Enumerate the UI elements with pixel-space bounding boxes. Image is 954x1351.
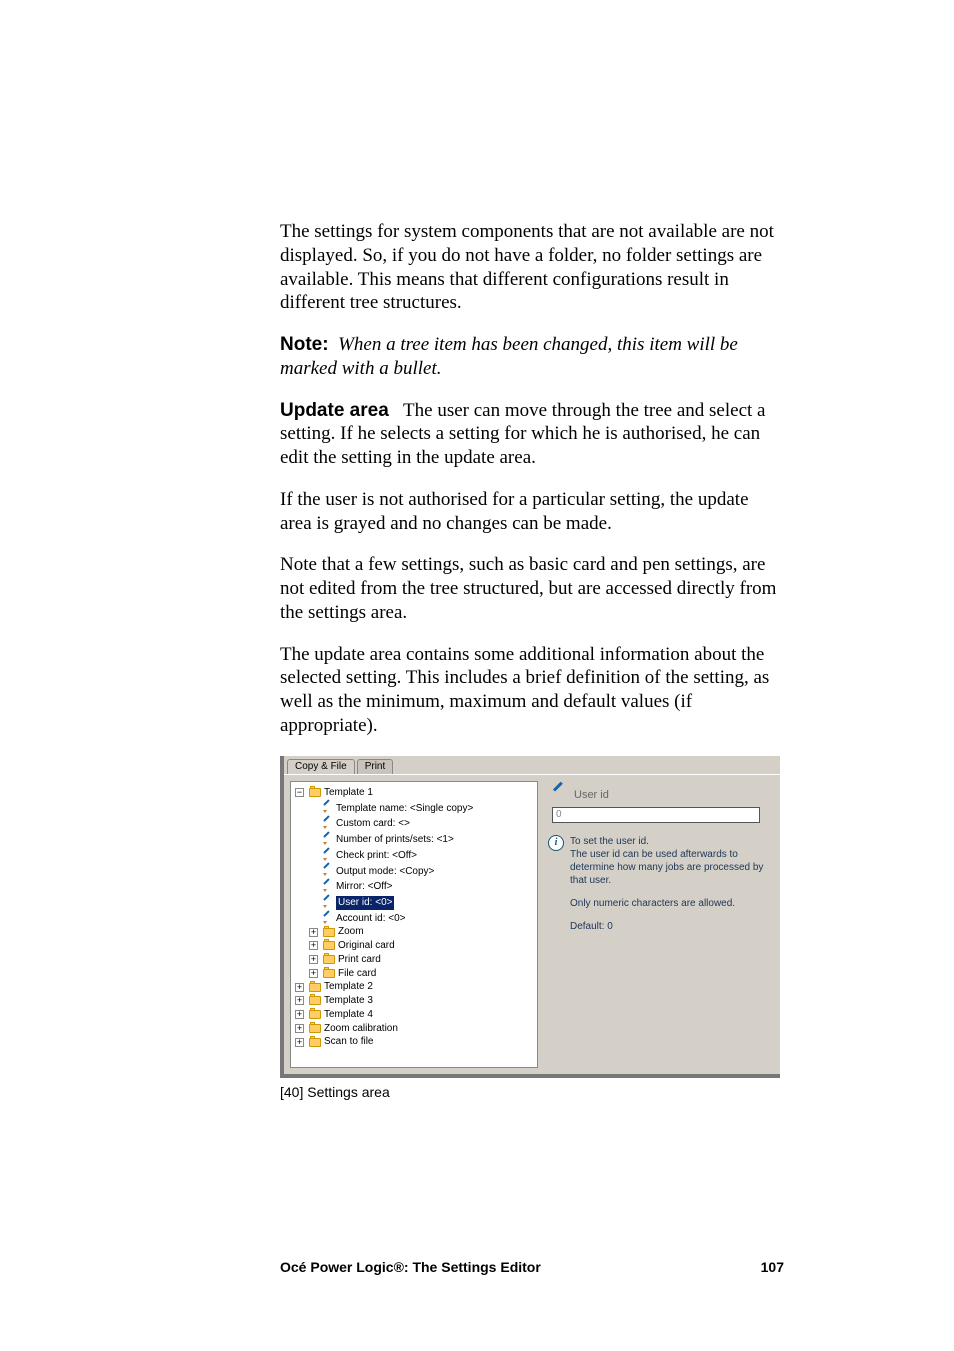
info-line: Default: 0 <box>570 920 768 933</box>
info-line: Only numeric characters are allowed. <box>570 897 768 910</box>
tree-node[interactable]: Original card <box>338 939 395 953</box>
footer-page-number: 107 <box>761 1259 784 1275</box>
expand-toggle[interactable]: + <box>309 941 318 950</box>
pencil-icon <box>323 803 333 813</box>
tree-leaf[interactable]: Custom card: <> <box>336 817 410 831</box>
paragraph: The update area contains some additional… <box>280 643 779 738</box>
settings-window: Copy & File Print − Template 1 <box>280 756 780 1079</box>
collapse-toggle[interactable]: − <box>295 788 304 797</box>
folder-closed-icon <box>309 1010 321 1019</box>
tree-leaf-selected[interactable]: User id: <0> <box>336 896 394 910</box>
note-lead: Note: <box>280 334 329 355</box>
settings-tree[interactable]: − Template 1 Template name: <Single copy… <box>290 781 538 1069</box>
tree-node[interactable]: File card <box>338 967 376 981</box>
tab-copy-and-file[interactable]: Copy & File <box>287 759 355 774</box>
page-footer: Océ Power Logic®: The Settings Editor 10… <box>280 1259 784 1275</box>
tree-node[interactable]: Zoom <box>338 925 364 939</box>
folder-closed-icon <box>309 1024 321 1033</box>
expand-toggle[interactable]: + <box>295 996 304 1005</box>
pencil-icon <box>323 819 333 829</box>
tree-node-template-4[interactable]: Template 4 <box>324 1008 373 1022</box>
pencil-icon <box>323 835 333 845</box>
folder-closed-icon <box>323 941 335 950</box>
paragraph: If the user is not authorised for a part… <box>280 488 779 536</box>
pencil-icon <box>323 866 333 876</box>
tree-node-scan-to-file[interactable]: Scan to file <box>324 1035 373 1049</box>
folder-closed-icon <box>309 996 321 1005</box>
folder-open-icon <box>309 788 321 797</box>
tree-node-zoom-calibration[interactable]: Zoom calibration <box>324 1022 398 1036</box>
folder-closed-icon <box>323 969 335 978</box>
body-text: The settings for system components that … <box>280 220 779 738</box>
expand-toggle[interactable]: + <box>295 1038 304 1047</box>
note-body: When a tree item has been changed, this … <box>280 334 738 379</box>
expand-toggle[interactable]: + <box>309 955 318 964</box>
tab-print[interactable]: Print <box>357 759 394 774</box>
tree-leaf[interactable]: Number of prints/sets: <1> <box>336 833 454 847</box>
tree-node-template-2[interactable]: Template 2 <box>324 980 373 994</box>
tree-leaf[interactable]: Output mode: <Copy> <box>336 865 434 879</box>
footer-title: Océ Power Logic®: The Settings Editor <box>280 1259 541 1275</box>
pencil-icon <box>552 787 568 803</box>
tree-node[interactable]: Print card <box>338 953 381 967</box>
folder-closed-icon <box>309 983 321 992</box>
figure-caption: [40] Settings area <box>280 1084 780 1100</box>
paragraph: Note that a few settings, such as basic … <box>280 553 779 624</box>
tree-leaf[interactable]: Mirror: <Off> <box>336 880 393 894</box>
expand-toggle[interactable]: + <box>295 1024 304 1033</box>
expand-toggle[interactable]: + <box>309 969 318 978</box>
pencil-icon <box>323 851 333 861</box>
tree-leaf[interactable]: Template name: <Single copy> <box>336 802 473 816</box>
folder-closed-icon <box>323 928 335 937</box>
update-area-paragraph: Update area The user can move through th… <box>280 399 779 470</box>
user-id-input[interactable] <box>552 807 760 823</box>
tab-strip: Copy & File Print <box>284 756 780 774</box>
settings-area-figure: Copy & File Print − Template 1 <box>280 756 780 1101</box>
update-area-pane: User id i To set the user id. The user i… <box>544 781 774 1069</box>
expand-toggle[interactable]: + <box>309 928 318 937</box>
tree-node-template-3[interactable]: Template 3 <box>324 994 373 1008</box>
pencil-icon <box>323 914 333 924</box>
paragraph: The settings for system components that … <box>280 220 779 315</box>
tree-leaf[interactable]: Account id: <0> <box>336 912 406 926</box>
update-area-lead: Update area <box>280 400 389 421</box>
expand-toggle[interactable]: + <box>295 1010 304 1019</box>
tree-node-template-1[interactable]: Template 1 <box>324 786 373 800</box>
info-line: The user id can be used afterwards to de… <box>570 848 768 887</box>
folder-closed-icon <box>309 1038 321 1047</box>
info-text: To set the user id. The user id can be u… <box>570 835 768 943</box>
folder-closed-icon <box>323 955 335 964</box>
info-line: To set the user id. <box>570 835 768 848</box>
tree-leaf[interactable]: Check print: <Off> <box>336 849 417 863</box>
pencil-icon <box>323 882 333 892</box>
info-icon: i <box>548 835 564 851</box>
pencil-icon <box>323 898 333 908</box>
setting-title: User id <box>574 789 609 801</box>
settings-panel: − Template 1 Template name: <Single copy… <box>284 774 780 1075</box>
note-paragraph: Note: When a tree item has been changed,… <box>280 333 779 381</box>
expand-toggle[interactable]: + <box>295 983 304 992</box>
